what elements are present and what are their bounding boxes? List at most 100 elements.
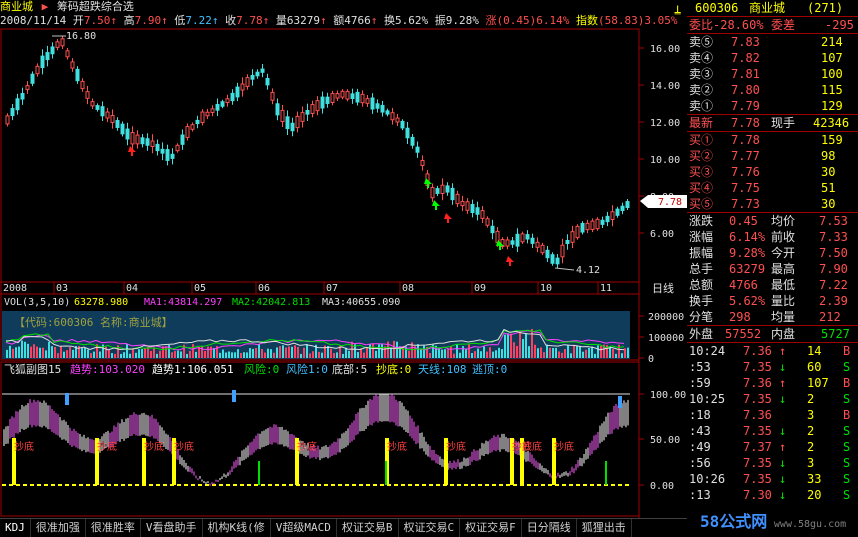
candle-body [360, 93, 365, 104]
tick-row: :56 7.35 ↓ 3 S [687, 455, 858, 471]
volume-bar [369, 343, 371, 358]
tab-10[interactable]: 狐狸出击 [577, 519, 632, 537]
tab-6[interactable]: 权证交易B [337, 519, 399, 537]
candle-body [210, 108, 215, 113]
date-label: 09 [474, 283, 486, 294]
hand-value: 42346 [813, 116, 850, 130]
volume-bar [507, 333, 509, 358]
tick-list[interactable]: 10:24 7.36 ↑ 14 B:53 7.35 ↓ 60 S:59 7.36 ↑ 107 B 10:2… [687, 343, 858, 503]
stat-value: 5.62% [729, 294, 766, 308]
pin-icon[interactable]: ⍊ [674, 2, 681, 16]
volume-bar [228, 351, 230, 358]
volume-bar [615, 353, 617, 358]
vol-title: VOL(3,5,10) [4, 297, 70, 308]
candle-body [430, 187, 435, 199]
candle-body [115, 120, 120, 128]
tab-8[interactable]: 权证交易F [460, 519, 522, 537]
candle-body [285, 116, 290, 130]
tab-3[interactable]: V看盘助手 [141, 519, 203, 537]
quote-title-row: 600306 商业城 (271) [687, 0, 858, 17]
quote-line: 2008/11/14 开7.50↑ 高7.90↑ 低7.22↑ 收7.78↑ 量… [0, 14, 687, 28]
tick-row: :18 7.36 3 B [687, 407, 858, 423]
volume-bar [177, 350, 179, 358]
volume-bar [483, 346, 485, 358]
volume-bar [363, 352, 365, 358]
bid-price: 7.75 [731, 181, 760, 195]
tool-name: 筹码超跌综合选 [56, 0, 134, 13]
volume-bar [291, 346, 293, 358]
watermark-url: www.58gu.com [773, 519, 847, 530]
volume-bar [516, 345, 518, 358]
ask-book: 卖⑤ 7.83 214 卖④ 7.82 107 卖③ 7.81 100 卖② 7.80 115 卖① 7.… [687, 34, 858, 115]
volume-bar [213, 348, 215, 358]
volume-bar [351, 341, 353, 358]
tick-vol: 2 [807, 424, 815, 438]
up-arrow-icon: ↑ [319, 14, 327, 27]
chaodi-label: 抄底 [554, 440, 574, 453]
stat-row: 涨幅 6.14% 前收 7.33 [687, 229, 858, 245]
amp-label: 振 [434, 14, 446, 27]
chart-area[interactable]: 16.0014.0012.0010.008.006.00 16.80 4.12 … [0, 28, 687, 518]
candle-body [460, 200, 465, 207]
tab-2[interactable]: 很准胜率 [86, 519, 141, 537]
ind-tick-label: 100.00 [650, 390, 686, 401]
bid-row: 买② 7.77 98 [687, 148, 858, 164]
tab-9[interactable]: 日分隔线 [522, 519, 577, 537]
volume-bar [60, 346, 62, 358]
ask-price: 7.79 [731, 99, 760, 113]
ind-title: 飞狐副图15 [4, 362, 61, 376]
volume-bar [543, 352, 545, 358]
volume-bar [450, 346, 452, 358]
volume-bar [342, 353, 344, 358]
ask-label: 卖④ [689, 51, 714, 65]
candle-body [175, 144, 180, 152]
volume-bar [249, 348, 251, 358]
candle-body [10, 108, 15, 117]
candle-body [575, 225, 580, 239]
date-label: 03 [56, 283, 68, 294]
bid-label: 买③ [689, 165, 714, 179]
volume-bar [150, 350, 152, 358]
tab-5[interactable]: V超级MACD [271, 519, 337, 537]
tick-vol: 2 [807, 440, 815, 454]
chaodi-label: 抄底 [387, 440, 407, 453]
stock-name[interactable]: 商业城 [0, 0, 33, 13]
volume-bar [120, 353, 122, 358]
volume-bar [570, 353, 572, 358]
volume-bar [561, 352, 563, 358]
tick-dir: ↑ [779, 376, 787, 390]
volume-bar [66, 350, 68, 358]
stat-label: 最高 [771, 262, 796, 276]
volume-bar [627, 347, 629, 358]
bid-price: 7.76 [731, 165, 760, 179]
stat-row: 换手 5.62% 量比 2.39 [687, 293, 858, 309]
candle-body [135, 134, 140, 145]
candle-body [620, 205, 625, 212]
tick-price: 7.37 [743, 440, 772, 454]
candle-body [165, 149, 170, 161]
candle-body [325, 96, 330, 104]
tab-7[interactable]: 权证交易C [399, 519, 461, 537]
volume-bar [39, 347, 41, 358]
volume-bar [447, 349, 449, 358]
period-label[interactable]: 日线 [652, 281, 674, 295]
volume-bar [549, 347, 551, 358]
stat-value: 7.50 [819, 246, 848, 260]
candle-body [235, 86, 240, 98]
volume-bar [441, 349, 443, 358]
stat-label: 总手 [689, 262, 714, 276]
volume-bar [489, 347, 491, 358]
volume-bar [279, 346, 281, 358]
stats-table: 涨跌 0.45 均价 7.53 涨幅 6.14% 前收 7.33 振幅 9.28% 今开 7.50 总手… [687, 213, 858, 326]
tab-0[interactable]: KDJ [0, 519, 31, 537]
stock-count: (271) [807, 1, 844, 15]
tab-4[interactable]: 机构K线(修 [203, 519, 271, 537]
tick-dir: ↑ [779, 344, 787, 358]
volume-bar [513, 342, 515, 358]
candle-body [80, 80, 85, 90]
tab-1[interactable]: 很准加强 [31, 519, 86, 537]
hand-label: 现手 [771, 116, 796, 130]
play-arrow-icon[interactable]: ▶ [42, 0, 49, 13]
volume-bar [27, 343, 29, 358]
candle-body [65, 50, 70, 58]
